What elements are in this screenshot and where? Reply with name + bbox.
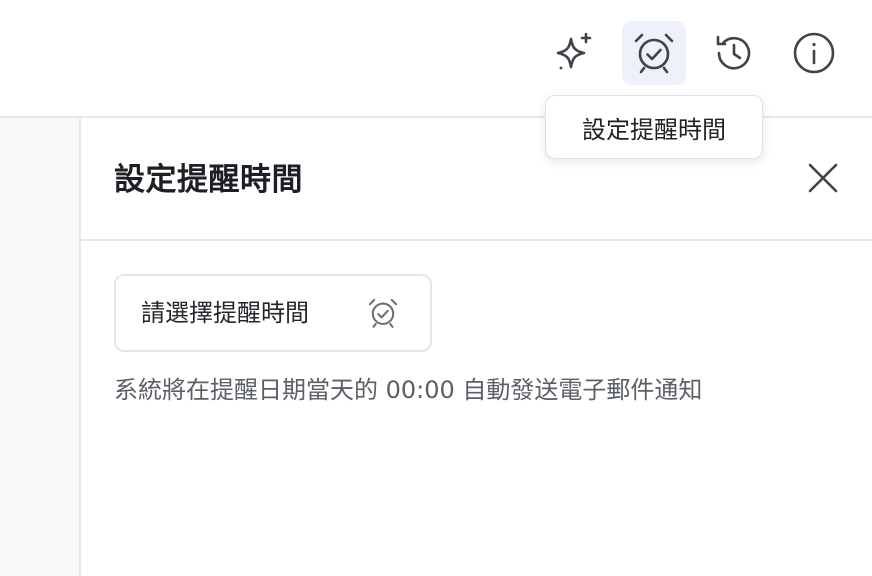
history-icon: [712, 31, 756, 75]
alarm-clock-icon: [367, 297, 399, 333]
info-icon: [792, 31, 836, 75]
history-button[interactable]: [702, 21, 766, 85]
info-button[interactable]: [782, 21, 846, 85]
alarm-clock-icon: [632, 31, 676, 75]
reminder-side-panel: 設定提醒時間 請選擇提醒時間 系統將在提醒日期當天的 00:00 自動發送電子郵…: [79, 118, 872, 576]
app-window: 設定提醒時間 請選擇提醒時間 系統將在提醒日期當天的 00:00 自動發送電子郵…: [0, 0, 872, 576]
set-reminder-tooltip: 設定提醒時間: [545, 95, 763, 159]
email-notification-note: 系統將在提醒日期當天的 00:00 自動發送電子郵件通知: [114, 376, 703, 404]
close-icon: [808, 163, 838, 197]
select-reminder-time-button[interactable]: 請選擇提醒時間: [114, 274, 432, 352]
ai-assistant-button[interactable]: [542, 21, 606, 85]
set-reminder-button[interactable]: [622, 21, 686, 85]
left-background-area: [0, 118, 79, 576]
select-reminder-time-label: 請選擇提醒時間: [141, 299, 309, 327]
close-button[interactable]: [801, 158, 845, 202]
panel-title: 設定提醒時間: [114, 162, 303, 198]
sparkles-icon: [551, 30, 597, 76]
